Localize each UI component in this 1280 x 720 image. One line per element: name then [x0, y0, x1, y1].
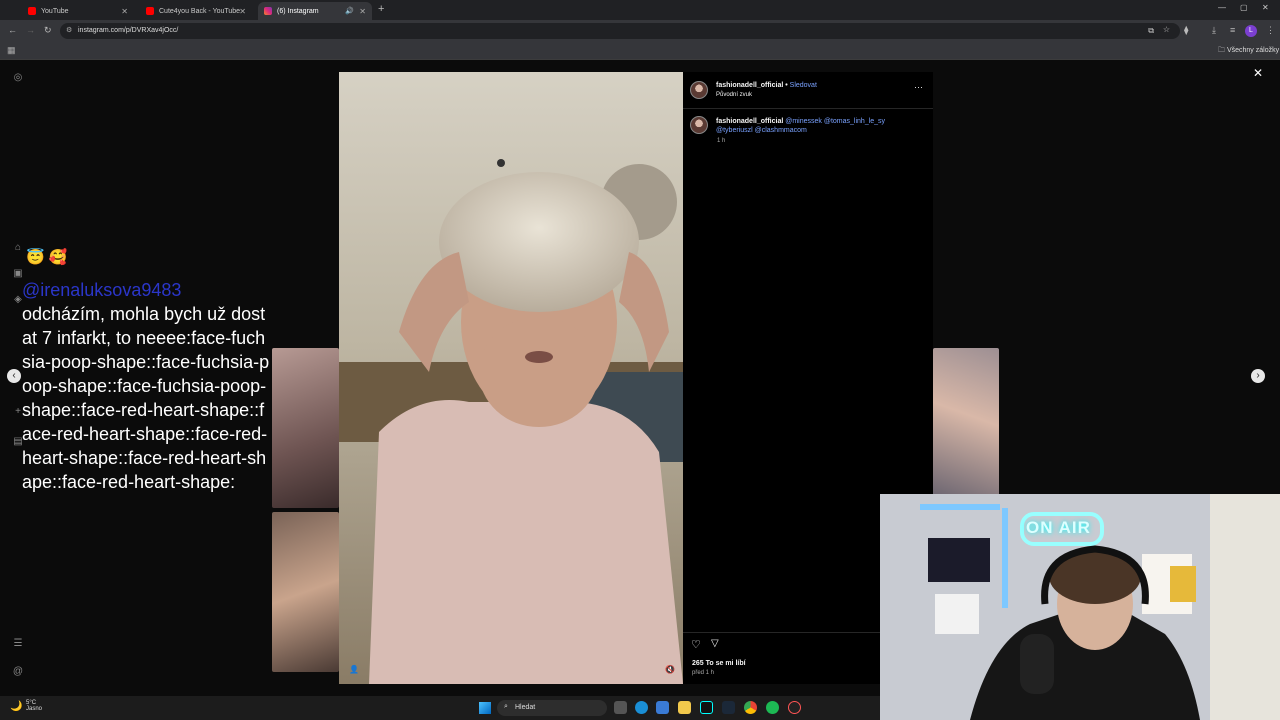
post-video[interactable]: 👤 🔇 [339, 72, 683, 684]
steam-icon[interactable] [722, 701, 735, 714]
all-bookmarks[interactable]: 🗀 Všechny záložky [1218, 46, 1279, 57]
tab-title: (6) Instagram [277, 7, 319, 15]
previous-post-thumbnail[interactable] [272, 512, 339, 672]
forward-icon[interactable]: → [26, 25, 35, 35]
chrome-icon[interactable] [744, 701, 757, 714]
caption-author[interactable]: fashionadell_official [716, 118, 783, 125]
reload-icon[interactable]: ↻ [44, 25, 52, 36]
previous-post-thumbnail[interactable] [272, 348, 339, 508]
neon-sign: ON AIR [1026, 518, 1091, 537]
close-tab-icon[interactable]: ✕ [121, 7, 128, 16]
media-icon[interactable]: ≡ [1230, 25, 1235, 35]
task-view-icon[interactable] [614, 701, 627, 714]
search-icon: ⌕ [504, 703, 508, 710]
url-text: instagram.com/p/DVRXav4jOcc/ [78, 27, 179, 34]
instagram-logo-icon[interactable]: ◎ [12, 72, 24, 83]
minimize-icon[interactable]: — [1218, 3, 1226, 12]
follow-button[interactable]: Sledovat [790, 82, 817, 89]
caption: fashionadell_official @minessek @tomas_l… [716, 117, 921, 135]
taskbar: 🌙 5°C Jasno ⌕ Hledat [0, 696, 880, 720]
tab-title: YouTube [41, 7, 69, 15]
app-icon[interactable] [788, 701, 801, 714]
url-input[interactable]: ⚙ instagram.com/p/DVRXav4jOcc/ ⧉ ☆ [60, 23, 1180, 39]
share-icon[interactable]: ▽ [711, 638, 719, 649]
tab-instagram[interactable]: (6) Instagram 🔊 ✕ [258, 2, 372, 20]
youtube-icon [146, 7, 154, 15]
author-name[interactable]: fashionadell_official [716, 82, 783, 89]
weather-widget[interactable]: 5°C Jasno [26, 700, 42, 712]
likes-count[interactable]: 265 To se mi líbí [692, 660, 746, 667]
youtube-icon [28, 7, 36, 15]
like-icon[interactable]: ♡ [691, 638, 701, 651]
author-avatar[interactable] [690, 81, 708, 99]
streamer-webcam: ON AIR [880, 494, 1280, 720]
threads-icon[interactable]: @ [12, 666, 24, 677]
weather-desc: Jasno [26, 706, 43, 712]
site-info-icon[interactable]: ⚙ [66, 26, 72, 34]
profile-tag-icon[interactable]: 👤 [349, 665, 359, 674]
taskbar-search-input[interactable]: ⌕ Hledat [497, 700, 607, 716]
caption-author-avatar[interactable] [690, 116, 708, 134]
close-tab-icon[interactable]: ✕ [359, 7, 366, 16]
windows-start-icon[interactable] [479, 702, 491, 714]
more-options-icon[interactable]: ··· [914, 82, 923, 92]
bookmarks-bar: ▦ 🗀 Všechny záložky [0, 42, 1280, 60]
video-frame [339, 72, 683, 684]
stream-chat-message: @irenaluksova9483 odcházím, mohla bych u… [22, 278, 272, 494]
profile-avatar[interactable]: L [1245, 25, 1257, 37]
chat-text: odcházím, mohla bych už dostat 7 infarkt… [22, 304, 270, 492]
audio-playing-icon[interactable]: 🔊 [345, 7, 354, 15]
tab-cute4you[interactable]: Cute4you Back - YouTube ✕ [140, 2, 252, 20]
separator: • [785, 82, 788, 89]
post-header: fashionadell_official • Sledovat [716, 82, 817, 89]
next-post-thumbnail[interactable] [933, 348, 999, 498]
divider [683, 108, 933, 109]
file-explorer-icon[interactable] [678, 701, 691, 714]
menu-icon[interactable]: ⋮ [1266, 25, 1275, 36]
more-menu-icon[interactable]: ☰ [12, 638, 24, 649]
browser-tab-bar: YouTube ✕ Cute4you Back - YouTube ✕ (6) … [0, 0, 1280, 20]
home-icon[interactable]: ⌂ [12, 242, 24, 253]
weather-icon[interactable]: 🌙 [10, 701, 22, 712]
close-window-icon[interactable]: ✕ [1262, 3, 1269, 12]
close-post-icon[interactable]: ✕ [1253, 66, 1263, 80]
caption-time: 1 h [717, 138, 726, 144]
apps-icon[interactable]: ▦ [7, 45, 16, 56]
search-placeholder: Hledat [515, 704, 536, 711]
chat-emojis: 😇 🥰 [26, 249, 68, 266]
bookmark-star-icon[interactable]: ☆ [1163, 25, 1170, 34]
store-icon[interactable] [656, 701, 669, 714]
all-bookmarks-label: Všechny záložky [1226, 47, 1280, 54]
maximize-icon[interactable]: ▢ [1240, 3, 1248, 12]
edge-icon[interactable] [635, 701, 648, 714]
back-icon[interactable]: ← [8, 25, 17, 35]
posted-time: před 1 h [692, 670, 715, 676]
tab-title: Cute4you Back - YouTube [159, 7, 241, 15]
address-bar-row: ← → ↻ ⚙ instagram.com/p/DVRXav4jOcc/ ⧉ ☆… [0, 20, 1280, 42]
extensions-icon[interactable]: ⧫ [1184, 25, 1188, 36]
audio-label[interactable]: Původní zvuk [716, 92, 752, 98]
new-tab-button[interactable]: + [378, 3, 384, 15]
spotify-icon[interactable] [766, 701, 779, 714]
mute-icon[interactable]: 🔇 [665, 665, 675, 674]
next-arrow-icon[interactable]: › [1251, 369, 1265, 383]
download-icon[interactable]: ⤓ [1212, 25, 1216, 36]
instagram-icon [264, 7, 272, 15]
cast-icon[interactable]: ⧉ [1148, 26, 1154, 36]
tiktok-icon[interactable] [700, 701, 713, 714]
chat-username: @irenaluksova9483 [22, 280, 182, 300]
close-tab-icon[interactable]: ✕ [239, 7, 246, 16]
previous-arrow-icon[interactable]: ‹ [7, 369, 21, 383]
tab-youtube[interactable]: YouTube ✕ [22, 2, 134, 20]
